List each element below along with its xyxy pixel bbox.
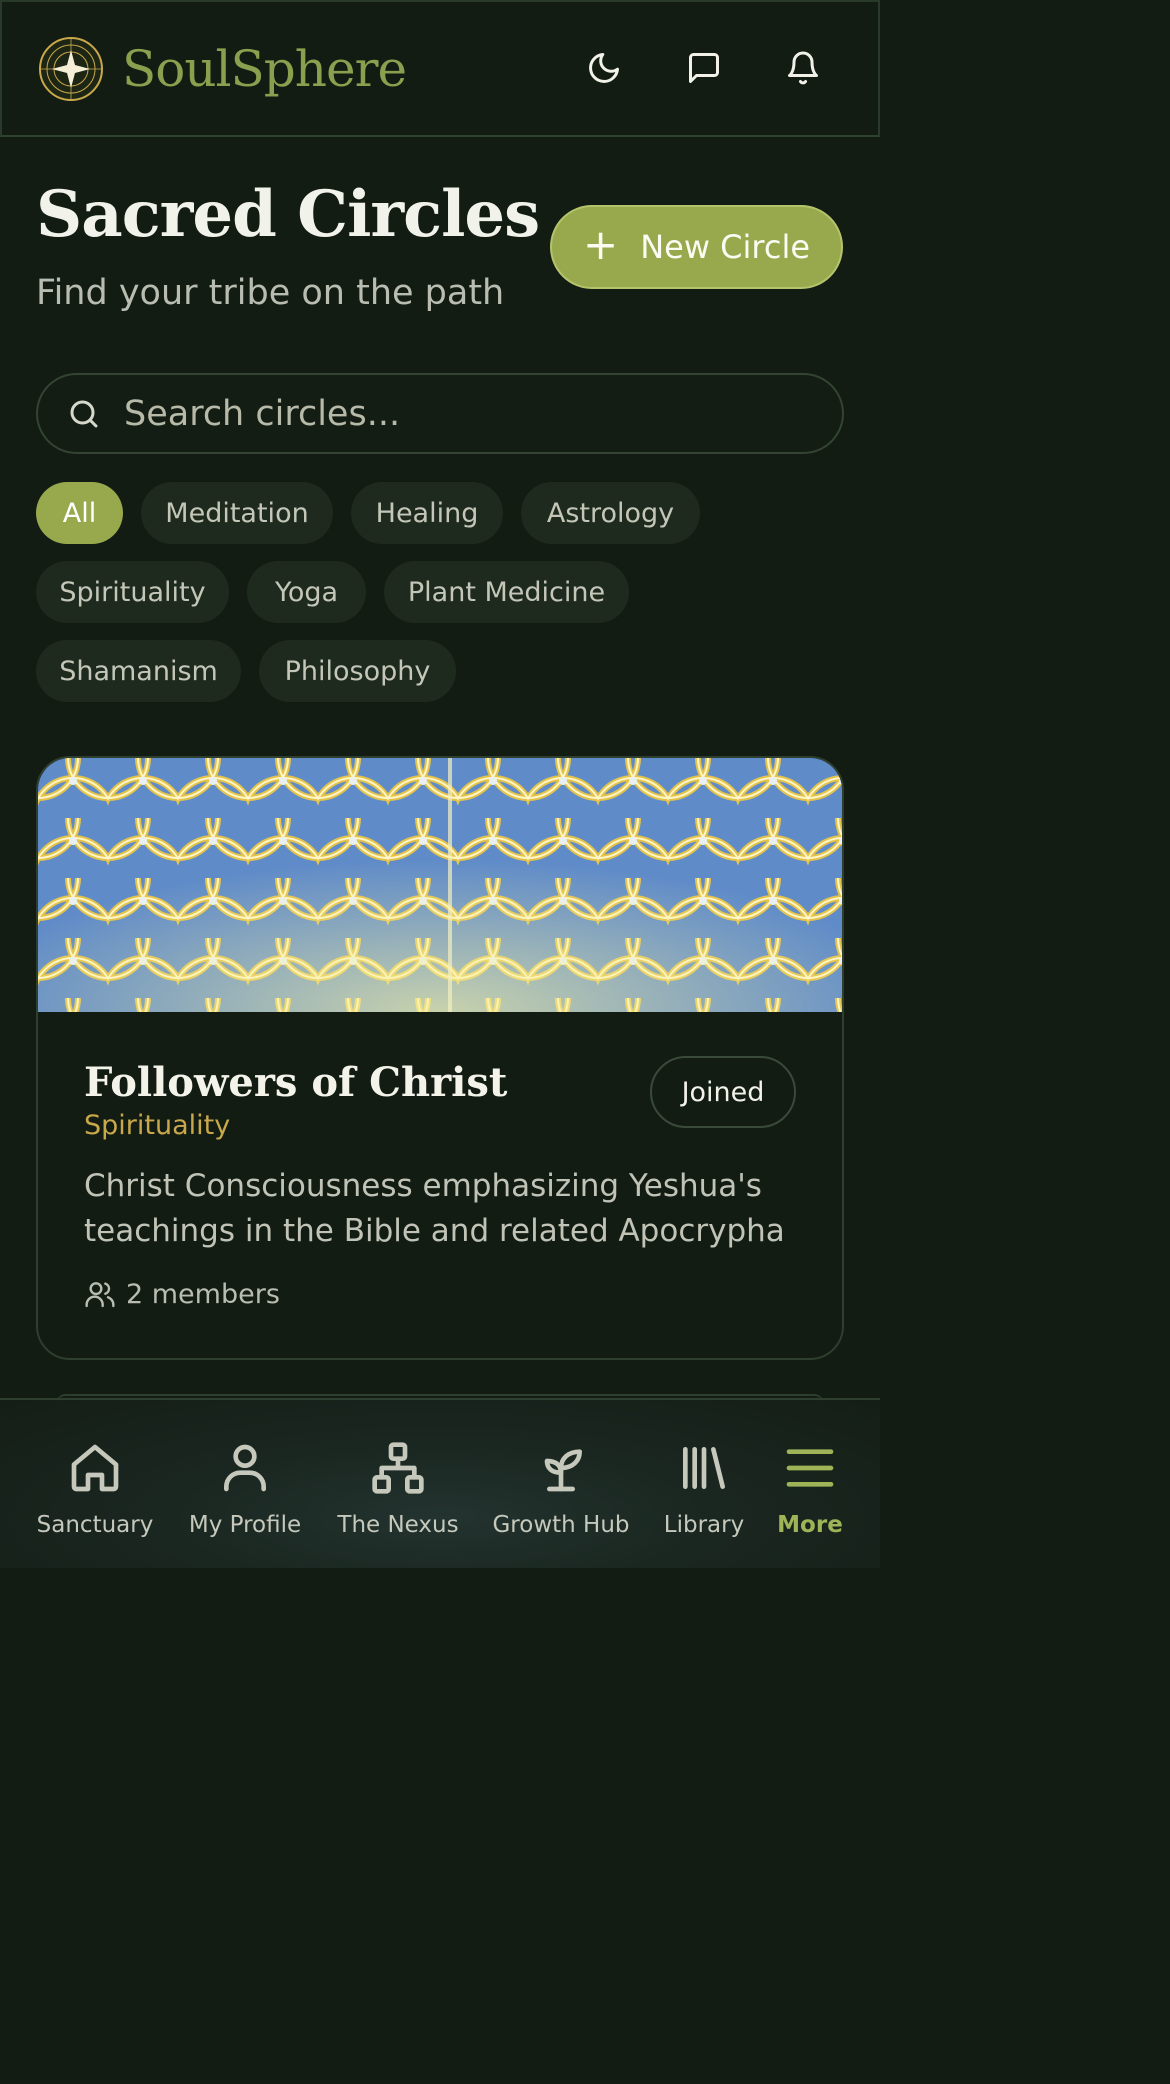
- app-screen: SoulSphere Sacred Circles Find your trib…: [0, 0, 880, 1568]
- filter-chip-yoga[interactable]: Yoga: [247, 561, 366, 623]
- user-icon: [224, 1444, 266, 1492]
- users-icon: [85, 1282, 115, 1308]
- moon-icon[interactable]: [584, 46, 624, 90]
- nav-label: My Profile: [188, 1512, 302, 1538]
- brand-name[interactable]: SoulSphere: [122, 36, 407, 102]
- filter-chip-all[interactable]: All: [36, 482, 123, 544]
- filter-chip-meditation[interactable]: Meditation: [141, 482, 333, 544]
- circle-title[interactable]: Followers of Christ: [84, 1058, 507, 1108]
- new-circle-label: New Circle: [640, 228, 811, 266]
- nav-label: Library: [663, 1512, 745, 1538]
- circle-members: 2 members: [84, 1278, 280, 1310]
- page-subtitle: Find your tribe on the path: [36, 273, 505, 313]
- nav-item-more[interactable]: More: [740, 1440, 880, 1538]
- bottom-nav: Sanctuary My Profile The Nexus Growth Hu…: [0, 1398, 880, 1568]
- filter-chip-plant-medicine[interactable]: Plant Medicine: [384, 561, 629, 623]
- bell-icon[interactable]: [783, 46, 823, 90]
- filter-chip-astrology[interactable]: Astrology: [521, 482, 700, 544]
- message-icon[interactable]: [684, 46, 724, 90]
- new-circle-button[interactable]: + New Circle: [550, 205, 843, 289]
- sprout-icon: [544, 1449, 582, 1492]
- library-icon: [683, 1447, 725, 1489]
- nav-label: Sanctuary: [36, 1512, 154, 1538]
- star-logo-icon[interactable]: [38, 36, 104, 102]
- nav-item-the-nexus[interactable]: The Nexus: [328, 1440, 468, 1538]
- search-bar[interactable]: [36, 373, 844, 454]
- filter-chip-healing[interactable]: Healing: [351, 482, 503, 544]
- filter-chip-shamanism[interactable]: Shamanism: [36, 640, 241, 702]
- search-input[interactable]: [122, 392, 842, 435]
- nav-label: The Nexus: [337, 1512, 459, 1538]
- menu-icon: [786, 1449, 834, 1487]
- network-icon: [372, 1442, 424, 1494]
- nav-item-my-profile[interactable]: My Profile: [175, 1440, 315, 1538]
- circle-description: Christ Consciousness emphasizing Yeshua'…: [84, 1168, 785, 1249]
- filter-chip-spirituality[interactable]: Spirituality: [36, 561, 229, 623]
- filter-chip-philosophy[interactable]: Philosophy: [259, 640, 456, 702]
- page-title: Sacred Circles: [36, 177, 540, 252]
- nav-label: Growth Hub: [492, 1512, 630, 1538]
- card-banner-image: [38, 758, 842, 1012]
- plus-icon: +: [582, 220, 619, 269]
- nav-item-growth-hub[interactable]: Growth Hub: [491, 1440, 631, 1538]
- search-icon: [70, 400, 98, 427]
- home-icon: [71, 1444, 119, 1492]
- circle-card[interactable]: Followers of Christ Spirituality Joined …: [36, 756, 844, 1360]
- nav-item-sanctuary[interactable]: Sanctuary: [25, 1440, 165, 1538]
- top-bar: SoulSphere: [0, 0, 880, 137]
- members-count: 2 members: [126, 1278, 280, 1310]
- joined-button[interactable]: Joined: [650, 1056, 796, 1128]
- circle-category: Spirituality: [84, 1110, 231, 1141]
- nav-label: More: [777, 1512, 843, 1538]
